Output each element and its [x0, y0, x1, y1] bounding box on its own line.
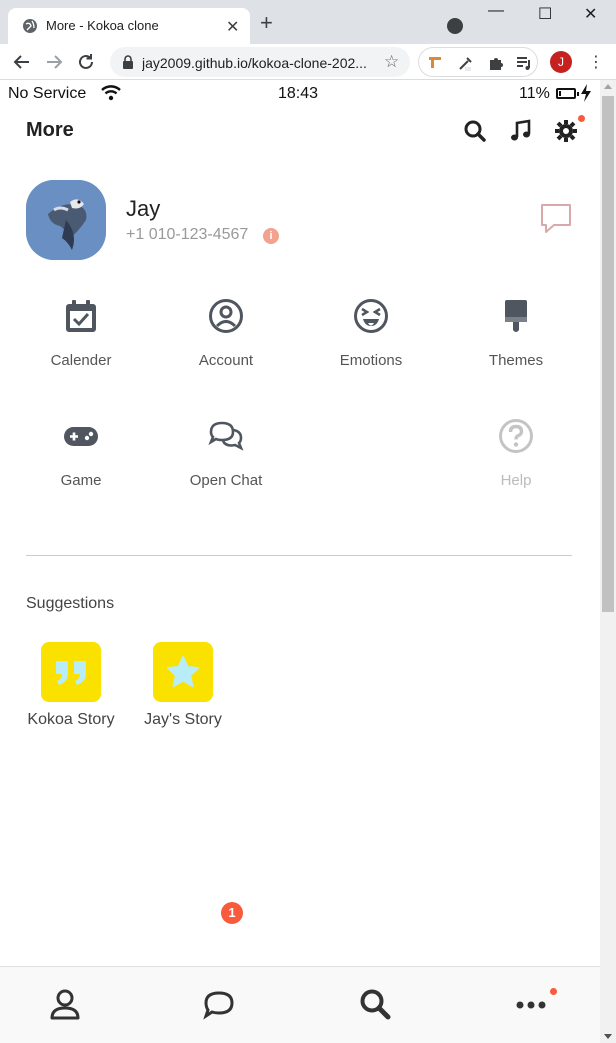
menu-item-label: Themes	[488, 352, 544, 369]
scrollbar-thumb[interactable]	[602, 96, 614, 612]
avatar[interactable]	[26, 180, 106, 260]
bottom-tab-bar	[0, 966, 600, 1043]
profile-section[interactable]: Jay +1 010-123-4567 i	[0, 180, 600, 260]
comments-icon	[208, 421, 244, 451]
close-tab-icon[interactable]: ✕	[226, 17, 239, 37]
bookmark-star-icon[interactable]: ☆	[384, 52, 399, 72]
search-icon[interactable]	[462, 118, 488, 144]
extension-icon[interactable]	[427, 54, 443, 70]
scroll-up-arrow-icon[interactable]	[604, 84, 612, 89]
charging-bolt-icon	[581, 84, 591, 102]
browser-toolbar: jay2009.github.io/kokoa-clone-202... ☆ J…	[0, 44, 616, 80]
info-icon[interactable]: i	[263, 228, 279, 244]
back-icon[interactable]	[10, 50, 34, 74]
profile-phone: +1 010-123-4567	[126, 226, 249, 243]
suggestion-icon-box	[41, 642, 101, 702]
more-tab-ellipsis-icon[interactable]	[514, 987, 548, 1021]
music-icon[interactable]	[508, 118, 534, 144]
scrollbar[interactable]	[600, 80, 616, 1043]
quote-icon	[56, 661, 86, 685]
more-tab-notification-dot	[550, 988, 557, 995]
menu-item-calendar[interactable]: Calender	[21, 298, 141, 388]
menu-item-label: Emotions	[339, 352, 403, 369]
user-circle-icon	[209, 299, 243, 333]
lock-icon	[123, 55, 133, 69]
eyedropper-icon[interactable]	[457, 54, 475, 72]
menu-item-game[interactable]: Game	[21, 418, 141, 508]
menu-item-themes[interactable]: Themes	[456, 298, 576, 388]
suggestion-kokoa-story[interactable]: Kokoa Story	[26, 642, 126, 742]
section-divider	[26, 555, 572, 556]
reload-icon[interactable]	[74, 50, 98, 74]
chats-unread-badge: 1	[221, 902, 243, 924]
app-page: No Service 18:43 11% More Jay +1 010-123…	[0, 80, 600, 1043]
menu-item-label: Open Chat	[189, 472, 263, 489]
browser-tab[interactable]: More - Kokoa clone ✕	[8, 8, 250, 44]
suggestion-label: Jay's Story	[144, 711, 222, 728]
battery-percent: 11%	[519, 85, 550, 102]
maximize-icon[interactable]: ☐	[538, 4, 552, 24]
friends-tab-user-icon[interactable]	[48, 987, 82, 1021]
chat-bubble-icon[interactable]	[540, 202, 572, 234]
menu-item-label: Account	[198, 352, 254, 369]
browser-menu-icon[interactable]: ⋮	[588, 52, 604, 72]
battery-icon	[556, 88, 579, 99]
menu-item-account[interactable]: Account	[166, 298, 286, 388]
suggestion-icon-box	[153, 642, 213, 702]
address-bar[interactable]: jay2009.github.io/kokoa-clone-202... ☆	[110, 47, 410, 77]
calendar-check-icon	[66, 300, 96, 332]
browser-tab-strip: More - Kokoa clone ✕ + — ☐ ✕	[0, 0, 616, 44]
menu-item-open-chat[interactable]: Open Chat	[166, 418, 286, 508]
chats-tab-comment-icon[interactable]	[202, 987, 236, 1021]
tab-title: More - Kokoa clone	[46, 18, 159, 33]
profile-name: Jay	[126, 196, 161, 221]
url-text: jay2009.github.io/kokoa-clone-202...	[142, 55, 367, 71]
find-tab-search-icon[interactable]	[358, 987, 392, 1021]
settings-notification-dot	[578, 115, 585, 122]
menu-item-label: Game	[60, 472, 102, 489]
window-close-icon[interactable]: ✕	[584, 4, 597, 24]
menu-item-emotions[interactable]: Emotions	[311, 298, 431, 388]
laugh-squint-tongue-icon	[354, 299, 388, 333]
wifi-icon	[101, 85, 121, 101]
menu-item-label: Calender	[50, 352, 112, 369]
menu-item-help[interactable]: Help	[456, 418, 576, 508]
page-title: More	[26, 119, 74, 141]
puzzle-icon[interactable]	[487, 54, 505, 72]
menu-item-label: Help	[500, 472, 532, 489]
scroll-down-arrow-icon[interactable]	[604, 1034, 612, 1039]
browser-profile-avatar[interactable]: J	[550, 51, 572, 73]
question-circle-icon	[499, 419, 533, 453]
clock: 18:43	[278, 85, 319, 102]
gamepad-icon	[64, 427, 98, 446]
globe-icon	[23, 19, 37, 33]
app-header: More	[0, 108, 600, 152]
suggestion-label: Kokoa Story	[27, 711, 115, 728]
extensions-group	[418, 47, 538, 77]
forward-icon[interactable]	[42, 50, 66, 74]
minimize-icon[interactable]: —	[488, 2, 504, 20]
star-icon	[167, 656, 199, 687]
suggestion-jays-story[interactable]: Jay's Story	[138, 642, 238, 742]
suggestions-heading: Suggestions	[26, 595, 115, 612]
new-tab-icon[interactable]: +	[260, 12, 273, 34]
tab-search-icon[interactable]	[447, 18, 463, 34]
carrier-label: No Service	[8, 85, 87, 102]
paint-brush-icon	[505, 300, 527, 332]
status-bar: No Service 18:43 11%	[0, 80, 600, 108]
reading-list-icon[interactable]	[515, 54, 533, 72]
battery-fill	[559, 91, 561, 96]
gear-icon[interactable]	[553, 118, 579, 144]
bird-photo	[26, 180, 106, 260]
